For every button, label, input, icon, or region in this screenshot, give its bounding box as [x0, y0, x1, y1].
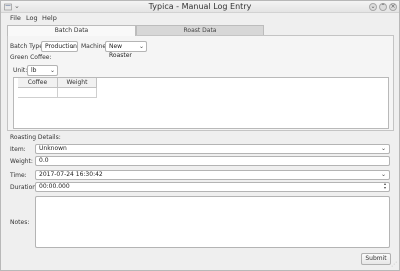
- tab-batch-data[interactable]: Batch Data: [7, 25, 136, 36]
- chevron-down-icon: ⌄: [69, 43, 75, 50]
- batch-type-select[interactable]: Production ⌄: [41, 41, 78, 52]
- time-field[interactable]: 2017-07-24 16:30:42 ⌄: [35, 170, 390, 180]
- resize-grip-icon[interactable]: ⋰: [391, 261, 397, 268]
- chevron-down-icon: ⌄: [49, 67, 55, 74]
- duration-field[interactable]: 00:00.000 ▴ ▾: [35, 182, 390, 192]
- maximize-icon[interactable]: ⌃: [379, 3, 387, 11]
- menu-log[interactable]: Log: [26, 14, 38, 22]
- green-coffee-table[interactable]: Coffee Weight: [13, 77, 389, 129]
- time-label: Time:: [10, 172, 27, 179]
- menu-file[interactable]: File: [10, 14, 21, 22]
- notes-label: Notes:: [10, 219, 30, 226]
- chevron-down-icon: ⌄: [138, 43, 144, 50]
- unit-value: lb: [31, 67, 37, 74]
- item-value: Unknown: [39, 145, 67, 152]
- spin-arrows-icon[interactable]: ▴ ▾: [384, 182, 386, 190]
- column-header-weight[interactable]: Weight: [58, 78, 97, 88]
- minimize-icon[interactable]: ⌄: [369, 3, 377, 11]
- unit-select[interactable]: lb ⌄: [27, 65, 58, 76]
- main-window: ⌄ Typica - Manual Log Entry ⌄ ⌃ × File L…: [0, 0, 400, 271]
- time-value: 2017-07-24 16:30:42: [39, 171, 103, 178]
- item-select[interactable]: Unknown ⌄: [35, 144, 390, 154]
- table-cell[interactable]: [58, 88, 97, 98]
- unit-label: Unit:: [13, 67, 28, 74]
- column-header-coffee[interactable]: Coffee: [18, 78, 58, 88]
- duration-label: Duration:: [10, 184, 39, 191]
- submit-button[interactable]: Submit: [361, 253, 391, 265]
- machine-value: New Roaster: [109, 43, 132, 59]
- title-bar: ⌄ Typica - Manual Log Entry ⌄ ⌃ ×: [1, 1, 399, 13]
- weight-label: Weight:: [10, 158, 33, 165]
- item-label: Item:: [10, 146, 26, 153]
- machine-select[interactable]: New Roaster ⌄: [105, 41, 147, 59]
- duration-value: 00:00.000: [39, 183, 70, 190]
- roasting-details-label: Roasting Details:: [10, 134, 61, 141]
- weight-value: 0.0: [39, 157, 49, 164]
- table-cell[interactable]: [18, 88, 58, 98]
- menu-help[interactable]: Help: [42, 14, 57, 22]
- menu-bar: File Log Help: [1, 13, 399, 23]
- chevron-down-icon: ⌄: [380, 145, 386, 152]
- green-coffee-label: Green Coffee:: [10, 54, 52, 61]
- close-icon[interactable]: ×: [389, 3, 397, 11]
- batch-type-label: Batch Type:: [10, 43, 45, 50]
- window-title: Typica - Manual Log Entry: [148, 2, 252, 11]
- weight-field[interactable]: 0.0: [35, 156, 390, 166]
- notes-textarea[interactable]: [35, 196, 390, 248]
- chevron-down-icon[interactable]: ⌄: [381, 171, 386, 179]
